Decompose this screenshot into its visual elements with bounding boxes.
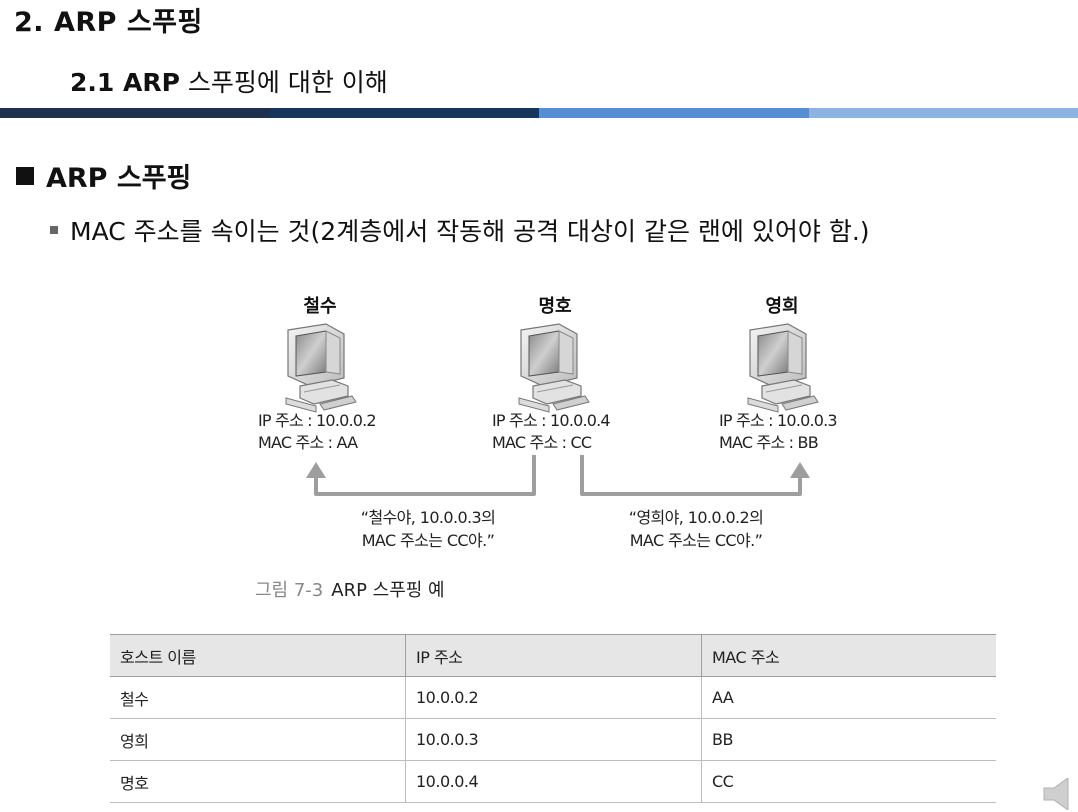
table-cell: 10.0.0.2: [405, 676, 702, 719]
host-info: IP 주소 : 10.0.0.2 MAC 주소 : AA: [258, 410, 377, 454]
column-header: IP 주소: [405, 634, 702, 677]
spoof-message-line: “영희야, 10.0.0.2의: [628, 508, 764, 527]
host-ip: IP 주소 : 10.0.0.2: [258, 411, 377, 430]
spoof-message: “영희야, 10.0.0.2의 MAC 주소는 CC야.”: [576, 506, 816, 552]
host-info: IP 주소 : 10.0.0.4 MAC 주소 : CC: [492, 410, 611, 454]
spoof-message-arrow-right: [580, 455, 802, 496]
computer-icon: [518, 323, 590, 413]
table-cell: 10.0.0.3: [405, 718, 702, 761]
spoof-message-line: MAC 주소는 CC야.”: [629, 531, 763, 550]
spoof-message-arrow-left: [314, 455, 536, 496]
table-cell: 10.0.0.4: [405, 760, 702, 803]
figure-caption-label: 그림 7-3: [255, 580, 324, 601]
arrow-up-icon: [790, 462, 810, 478]
host-mac: MAC 주소 : BB: [719, 433, 819, 452]
figure-caption: 그림 7-3 ARP 스푸핑 예: [255, 576, 445, 602]
host-mac: MAC 주소 : CC: [492, 433, 592, 452]
table-cell: 철수: [110, 676, 406, 719]
table-row: 철수 10.0.0.2 AA: [110, 676, 996, 719]
computer-icon: [747, 323, 819, 413]
table-cell: AA: [701, 676, 996, 719]
table-cell: BB: [701, 718, 996, 761]
speaker-icon[interactable]: [1040, 778, 1076, 810]
spoof-message: “철수야, 10.0.0.3의 MAC 주소는 CC야.”: [308, 506, 548, 552]
computer-icon: [285, 323, 357, 413]
table-header-row: 호스트 이름 IP 주소 MAC 주소: [110, 634, 996, 677]
table-row: 명호 10.0.0.4 CC: [110, 760, 996, 803]
table-cell: CC: [701, 760, 996, 803]
column-header: 호스트 이름: [110, 634, 406, 677]
arrow-up-icon: [306, 462, 326, 478]
table-cell: 명호: [110, 760, 406, 803]
spoof-message-line: MAC 주소는 CC야.”: [361, 531, 495, 550]
host-ip: IP 주소 : 10.0.0.4: [492, 411, 611, 430]
host-mac: MAC 주소 : AA: [258, 433, 358, 452]
table-row: 영희 10.0.0.3 BB: [110, 718, 996, 761]
column-header: MAC 주소: [701, 634, 996, 677]
table-cell: 영희: [110, 718, 406, 761]
arp-table: 호스트 이름 IP 주소 MAC 주소 철수 10.0.0.2 AA 영희 10…: [110, 634, 996, 803]
host-ip: IP 주소 : 10.0.0.3: [719, 411, 838, 430]
spoof-message-line: “철수야, 10.0.0.3의: [360, 508, 496, 527]
figure-caption-text: ARP 스푸핑 예: [331, 580, 445, 601]
host-info: IP 주소 : 10.0.0.3 MAC 주소 : BB: [719, 410, 838, 454]
